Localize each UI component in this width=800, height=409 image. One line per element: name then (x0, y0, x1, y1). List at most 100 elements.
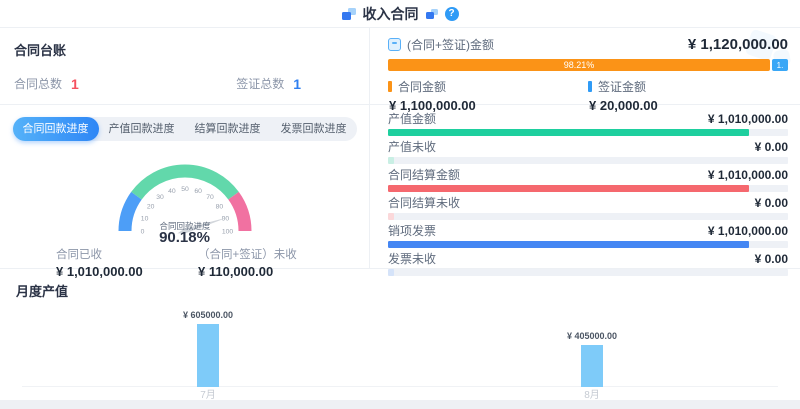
metric-bar-track (388, 241, 788, 248)
metric-row: 产值金额¥ 1,010,000.00 (388, 112, 788, 136)
legend-value: ¥ 1,100,000.00 (389, 98, 588, 113)
metric-label: 合同结算金额 (388, 166, 460, 183)
metric-label: 产值未收 (388, 138, 436, 155)
metric-bar-fill (388, 185, 749, 192)
metric-row-top: 合同结算未收 ¥ 0.00 (388, 196, 788, 209)
main-panels: 合同台账 合同总数 1 签证总数 1 合同回款进度产值回款进度结算回款进度发票回款进度… (0, 28, 800, 268)
ledger-stat: 合同总数 1 (14, 75, 79, 92)
stat-value: 1 (71, 76, 79, 92)
stat-value: 1 (293, 76, 301, 92)
metric-bar-fill (388, 269, 394, 276)
metric-value: ¥ 1,010,000.00 (708, 168, 788, 182)
progress-tabs: 合同回款进度产值回款进度结算回款进度发票回款进度 (13, 117, 357, 141)
metric-bar-fill (388, 129, 749, 136)
contract-collection-gauge: 0102030405060708090100合同回款进度 (92, 143, 278, 243)
svg-text:10: 10 (140, 215, 148, 222)
metric-row-top: 产值未收 ¥ 0.00 (388, 140, 788, 153)
metric-row: 合同结算未收 ¥ 0.00 (388, 196, 788, 220)
bar-category-label: 8月 (584, 386, 600, 401)
bar-value-label: ¥ 405000.00 (567, 331, 617, 341)
gauge-wrap: 0102030405060708090100合同回款进度 (0, 143, 369, 243)
x-axis-line (22, 386, 778, 387)
tab-合同回款进度[interactable]: 合同回款进度 (13, 117, 99, 141)
ledger-header: 合同台账 合同总数 1 签证总数 1 (0, 28, 369, 105)
metric-bar-fill (388, 213, 394, 220)
svg-text:50: 50 (181, 186, 189, 193)
metric-row-top: 发票未收 ¥ 0.00 (388, 252, 788, 265)
dashboard-page: 收入合同 ? 合同台账 合同总数 1 签证总数 1 合同回款进度产值回款进度结算回款进… (0, 0, 800, 409)
metric-label: 发票未收 (388, 250, 436, 267)
legend-row: 合同金额 (388, 78, 588, 95)
legend-item: 签证金额 ¥ 20,000.00 (588, 78, 788, 113)
metric-row: 合同结算金额 ¥ 1,010,000.00 (388, 168, 788, 192)
gauge-footer-stats: 合同已收 ¥ 1,010,000.00（合同+签证）未收 ¥ 110,000.00 (0, 246, 369, 279)
split-bar-segment: 98.21% (388, 59, 770, 71)
svg-text:40: 40 (168, 188, 176, 195)
gauge-footer-stat: 合同已收 ¥ 1,010,000.00 (56, 246, 196, 279)
metric-row-top: 产值金额¥ 1,010,000.00 (388, 112, 788, 125)
contract-doc-icon-small (426, 9, 438, 19)
legend-label: 合同金额 (398, 78, 446, 95)
metric-list: 产值金额¥ 1,010,000.00 产值未收 ¥ 0.00 合同结算金额 ¥ 1,01… (370, 105, 800, 276)
gauge-percent: 90.18% (0, 229, 369, 246)
metric-row: 销项发票¥ 1,010,000.00 (388, 224, 788, 248)
metric-bar-fill (388, 157, 394, 164)
legend-label: 签证金额 (598, 78, 646, 95)
svg-text:70: 70 (206, 194, 214, 201)
contract-doc-icon (342, 8, 356, 20)
metric-value: ¥ 1,010,000.00 (708, 112, 788, 126)
gauge-footer-stat: （合同+签证）未收 ¥ 110,000.00 (198, 246, 338, 279)
metric-row: 产值未收 ¥ 0.00 (388, 140, 788, 164)
legend-marker (588, 81, 592, 92)
metric-bar-track (388, 185, 788, 192)
svg-text:60: 60 (194, 188, 202, 195)
split-bar-segment: 1. (772, 59, 788, 71)
dashboard-card: 收入合同 ? 合同台账 合同总数 1 签证总数 1 合同回款进度产值回款进度结算回款进… (0, 0, 800, 400)
monthly-section: 月度产值 ¥ 605000.00 7月 ¥ 405000.00 8月 (0, 268, 800, 399)
metric-row-top: 合同结算金额 ¥ 1,010,000.00 (388, 168, 788, 181)
tab-发票回款进度[interactable]: 发票回款进度 (271, 117, 357, 141)
tab-产值回款进度[interactable]: 产值回款进度 (99, 117, 185, 141)
legend-value: ¥ 20,000.00 (589, 98, 788, 113)
svg-text:0: 0 (140, 229, 144, 236)
summary-label: (合同+签证)金额 (407, 36, 494, 53)
metric-label: 合同结算未收 (388, 194, 460, 211)
stat-label: 合同已收 (56, 246, 196, 262)
stat-label: （合同+签证）未收 (198, 246, 338, 262)
header: 收入合同 ? (0, 0, 800, 28)
amounts-panel: (合同+签证)金额 ¥ 1,120,000.00 98.21%1. 合同金额 ¥ … (370, 28, 800, 268)
ledger-panel: 合同台账 合同总数 1 签证总数 1 合同回款进度产值回款进度结算回款进度发票回款进度… (0, 28, 370, 268)
month-bar (197, 324, 219, 387)
bar-value-label: ¥ 605000.00 (183, 310, 233, 320)
amount-icon (388, 38, 401, 51)
monthly-title: 月度产值 (16, 281, 784, 300)
metric-value: ¥ 0.00 (755, 252, 788, 266)
amount-legend: 合同金额 ¥ 1,100,000.00 签证金额 ¥ 20,000.00 (388, 78, 788, 113)
metric-value: ¥ 0.00 (755, 140, 788, 154)
progress-tabs-wrap: 合同回款进度产值回款进度结算回款进度发票回款进度 (0, 117, 369, 141)
metric-bar-track (388, 213, 788, 220)
help-icon[interactable]: ? (445, 7, 459, 21)
ledger-title: 合同台账 (14, 40, 355, 59)
metric-row-top: 销项发票¥ 1,010,000.00 (388, 224, 788, 237)
tab-结算回款进度[interactable]: 结算回款进度 (185, 117, 271, 141)
page-title: 收入合同 (363, 4, 419, 24)
stat-label: 合同总数 (14, 75, 62, 92)
legend-row: 签证金额 (588, 78, 788, 95)
metric-row: 发票未收 ¥ 0.00 (388, 252, 788, 276)
legend-marker (388, 81, 392, 92)
metric-value: ¥ 0.00 (755, 196, 788, 210)
amount-summary: (合同+签证)金额 ¥ 1,120,000.00 98.21%1. 合同金额¥ … (370, 28, 800, 105)
legend-item: 合同金额 ¥ 1,100,000.00 (388, 78, 588, 113)
svg-text:80: 80 (215, 204, 223, 211)
svg-text:20: 20 (146, 204, 154, 211)
monthly-bar-chart: ¥ 605000.00 7月 ¥ 405000.00 8月 (16, 302, 784, 402)
metric-label: 销项发票 (388, 222, 436, 239)
amount-split-bar: 98.21%1. (388, 59, 788, 71)
stat-label: 签证总数 (236, 75, 284, 92)
summary-total: ¥ 1,120,000.00 (688, 36, 788, 53)
stat-value: ¥ 110,000.00 (198, 264, 338, 279)
metric-bar-track (388, 129, 788, 136)
bar-category-label: 7月 (200, 386, 216, 401)
stat-value: ¥ 1,010,000.00 (56, 264, 196, 279)
